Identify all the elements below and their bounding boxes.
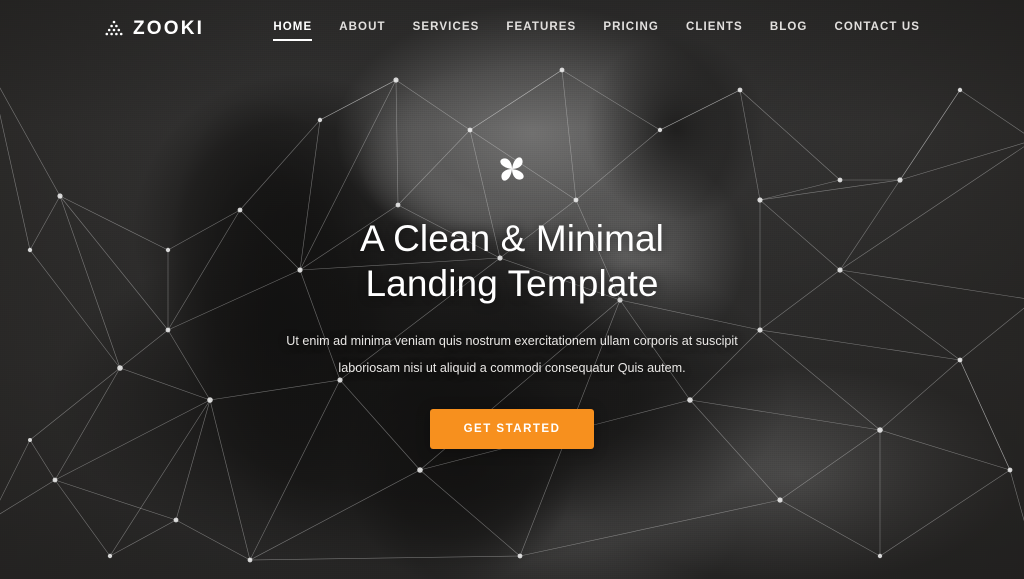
dotted-triangle-logo-icon — [105, 20, 123, 36]
nav-item-services[interactable]: SERVICES — [413, 16, 480, 42]
nav-item-clients[interactable]: CLIENTS — [686, 16, 743, 42]
nav-item-blog[interactable]: BLOG — [770, 16, 808, 42]
hero-subtitle: Ut enim ad minima veniam quis nostrum ex… — [286, 334, 738, 375]
nav-item-contact-us[interactable]: CONTACT US — [834, 16, 920, 42]
hero-title: A Clean & Minimal Landing Template — [360, 218, 664, 305]
nav-item-features[interactable]: FEATURES — [506, 16, 576, 42]
nav-item-home[interactable]: HOME — [273, 16, 313, 42]
brand-logo[interactable]: ZOOKI — [104, 18, 204, 40]
nav-item-about[interactable]: ABOUT — [339, 16, 385, 42]
hero-section: ZOOKI HOME ABOUT SERVICES FEATURES PRICI… — [0, 0, 1024, 579]
hero-content: A Clean & Minimal Landing Template Ut en… — [0, 150, 1024, 450]
top-navigation-bar: ZOOKI HOME ABOUT SERVICES FEATURES PRICI… — [0, 0, 1024, 58]
brand-name: ZOOKI — [133, 18, 205, 39]
nav-item-pricing[interactable]: PRICING — [603, 16, 659, 42]
nav-links: HOME ABOUT SERVICES FEATURES PRICING CLI… — [273, 16, 920, 42]
get-started-button[interactable]: GET STARTED — [429, 409, 595, 450]
pinwheel-icon — [500, 157, 524, 181]
